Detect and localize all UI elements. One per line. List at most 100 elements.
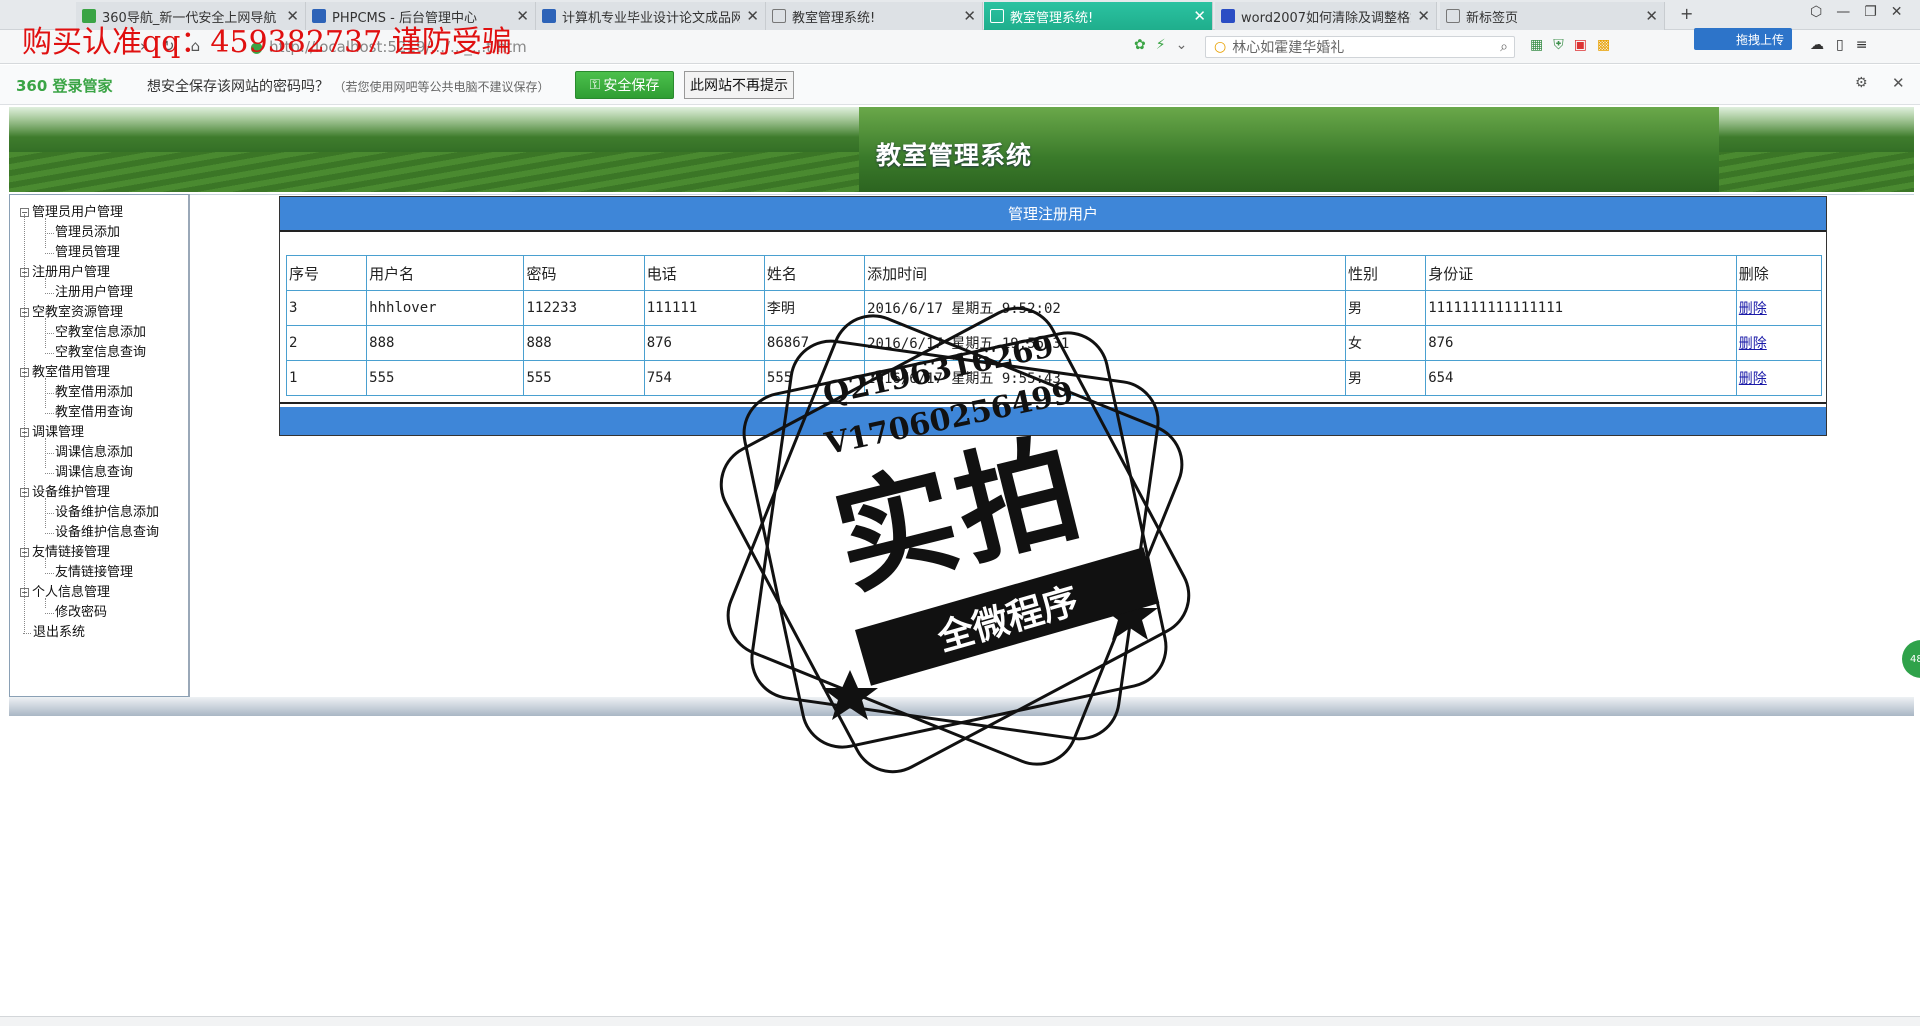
flash-icon[interactable]: ⚡ <box>1156 37 1166 53</box>
nav-item-3-2[interactable]: 空教室信息查询 <box>55 344 146 362</box>
tree-connector <box>45 413 54 414</box>
tab-6[interactable]: word2007如何清除及调整格式_百 ✕ <box>1215 2 1437 30</box>
nav-group-5[interactable]: − 调课管理 <box>20 424 84 442</box>
search-engine-icon: ○ <box>1214 39 1227 55</box>
nav-group-7[interactable]: − 友情链接管理 <box>20 544 110 562</box>
tree-connector <box>45 533 54 534</box>
tab-label: 新标签页 <box>1466 10 1519 26</box>
phone-icon[interactable]: ▯ <box>1836 37 1844 53</box>
tab-close-icon[interactable]: ✕ <box>963 7 976 25</box>
table-cell: 555 <box>523 360 645 396</box>
dropdown-icon[interactable]: ⌄ <box>1176 37 1188 53</box>
skin-icon[interactable]: ⬡ <box>1810 4 1822 20</box>
column-header: 电话 <box>643 255 765 291</box>
tab-7[interactable]: 新标签页 ✕ <box>1440 2 1665 30</box>
speed-icon[interactable]: ✿ <box>1134 37 1146 53</box>
nav-item-4-2[interactable]: 教室借用查询 <box>55 404 133 422</box>
tab-label: word2007如何清除及调整格式_百 <box>1241 10 1411 26</box>
new-tab-plus-icon[interactable]: + <box>1680 4 1693 23</box>
column-header: 用户名 <box>366 255 525 291</box>
delete-link[interactable]: 删除 <box>1739 371 1767 387</box>
tree-connector <box>45 498 46 528</box>
tab-5[interactable]: 教室管理系统! ✕ <box>984 2 1213 30</box>
nav-item-4-1[interactable]: 教室借用添加 <box>55 384 133 402</box>
nav-group-3[interactable]: − 空教室资源管理 <box>20 304 123 322</box>
panel-divider <box>280 230 1826 232</box>
toolbar-icons: ▦ ⛨ ▣ ▩ <box>1530 37 1610 53</box>
column-header: 密码 <box>523 255 645 291</box>
nav-group-4[interactable]: − 教室借用管理 <box>20 364 110 382</box>
table-cell: 男 <box>1345 290 1427 326</box>
search-placeholder: 林心如霍建华婚礼 <box>1232 40 1345 56</box>
tree-connector <box>45 473 54 474</box>
tab-close-icon[interactable]: ✕ <box>746 7 759 25</box>
tab-close-icon[interactable]: ✕ <box>1193 7 1206 25</box>
window-controls: ⬡ — ❐ ✕ <box>1810 4 1903 20</box>
upload-button[interactable]: 拖拽上传 <box>1694 28 1792 50</box>
restore-icon[interactable]: ❐ <box>1864 4 1877 20</box>
search-input[interactable]: ○ 林心如霍建华婚礼 ⌕ <box>1205 36 1515 58</box>
image-icon[interactable]: ▩ <box>1597 37 1610 53</box>
nav-group-2[interactable]: − 注册用户管理 <box>20 264 110 282</box>
cloud-icon[interactable]: ☁ <box>1810 37 1824 53</box>
delete-link[interactable]: 删除 <box>1739 301 1767 317</box>
nav-group-8[interactable]: − 个人信息管理 <box>20 584 110 602</box>
tab-label: 教室管理系统! <box>792 10 876 26</box>
nav-group-label: 设备维护管理 <box>32 485 111 500</box>
page-title: 教室管理系统 <box>876 141 1033 170</box>
table-cell: 删除 <box>1735 360 1823 396</box>
password-question: 想安全保存该网站的密码吗？ （若您使用网吧等公共电脑不建议保存） <box>147 79 550 95</box>
column-header: 性别 <box>1345 255 1427 291</box>
nav-item-1-2[interactable]: 管理员管理 <box>55 244 120 262</box>
tab-close-icon[interactable]: ✕ <box>516 7 529 25</box>
table-header-row: 序号 用户名 密码 电话 姓名 添加时间 性别 身份证 删除 <box>285 255 1823 291</box>
nav-item-1-1[interactable]: 管理员添加 <box>55 224 120 242</box>
tab-4[interactable]: 教室管理系统! ✕ <box>766 2 983 30</box>
nav-group-label: 个人信息管理 <box>32 585 111 600</box>
tab-3[interactable]: 计算机专业毕业设计论文成品网 ✕ <box>536 2 766 30</box>
nav-group-6[interactable]: − 设备维护管理 <box>20 484 110 502</box>
key-icon: ⚿ <box>589 77 601 93</box>
nav-item-8-1[interactable]: 修改密码 <box>55 604 107 622</box>
tree-connector <box>45 233 54 234</box>
browser-status-bar <box>0 1016 1920 1026</box>
tree-connector <box>45 558 46 568</box>
tree-connector <box>45 598 46 608</box>
minimize-icon[interactable]: — <box>1836 4 1850 20</box>
never-remind-button[interactable]: 此网站不再提示 <box>684 71 794 99</box>
nav-item-5-1[interactable]: 调课信息添加 <box>55 444 133 462</box>
nav-item-6-1[interactable]: 设备维护信息添加 <box>55 504 159 522</box>
table-cell: 654 <box>1425 360 1737 396</box>
nav-item-7-1[interactable]: 友情链接管理 <box>55 564 133 582</box>
tree-connector <box>45 453 54 454</box>
nav-item-5-2[interactable]: 调课信息查询 <box>55 464 133 482</box>
apps-icon[interactable]: ▦ <box>1530 37 1543 53</box>
nav-item-3-1[interactable]: 空教室信息添加 <box>55 324 146 342</box>
page-icon <box>772 9 786 23</box>
tab-close-icon[interactable]: ✕ <box>1417 7 1430 25</box>
table-cell: 删除 <box>1735 325 1823 361</box>
close-window-icon[interactable]: ✕ <box>1891 4 1903 20</box>
phpcms-icon <box>542 9 556 23</box>
nav-group-9[interactable]: 退出系统 <box>20 624 85 642</box>
safe-save-button[interactable]: ⚿ 安全保存 <box>575 71 674 99</box>
nav-item-6-2[interactable]: 设备维护信息查询 <box>55 524 159 542</box>
close-bar-icon[interactable]: ✕ <box>1892 74 1905 92</box>
nav-group-1[interactable]: − 管理员用户管理 <box>20 204 123 222</box>
table-cell: hhhlover <box>366 290 525 326</box>
pdf-icon[interactable]: ▣ <box>1574 37 1587 53</box>
table-cell: 1 <box>285 360 368 396</box>
url-tools: ✿ ⚡ ⌄ <box>1134 37 1187 53</box>
tree-connector <box>45 293 54 294</box>
delete-link[interactable]: 删除 <box>1739 336 1767 352</box>
baidu-icon <box>1221 9 1235 23</box>
search-icon[interactable]: ⌕ <box>1500 39 1508 55</box>
settings-gear-icon[interactable]: ⚙ <box>1855 75 1868 91</box>
shield-icon[interactable]: ⛨ <box>1553 37 1564 53</box>
menu-icon[interactable]: ≡ <box>1856 37 1868 53</box>
scam-warning-watermark: 购买认准qq：459382737 谨防受骗 <box>22 25 512 60</box>
nav-item-2-1[interactable]: 注册用户管理 <box>55 284 133 302</box>
column-header: 身份证 <box>1425 255 1737 291</box>
tab-close-icon[interactable]: ✕ <box>1645 7 1658 25</box>
column-header: 添加时间 <box>864 255 1347 291</box>
